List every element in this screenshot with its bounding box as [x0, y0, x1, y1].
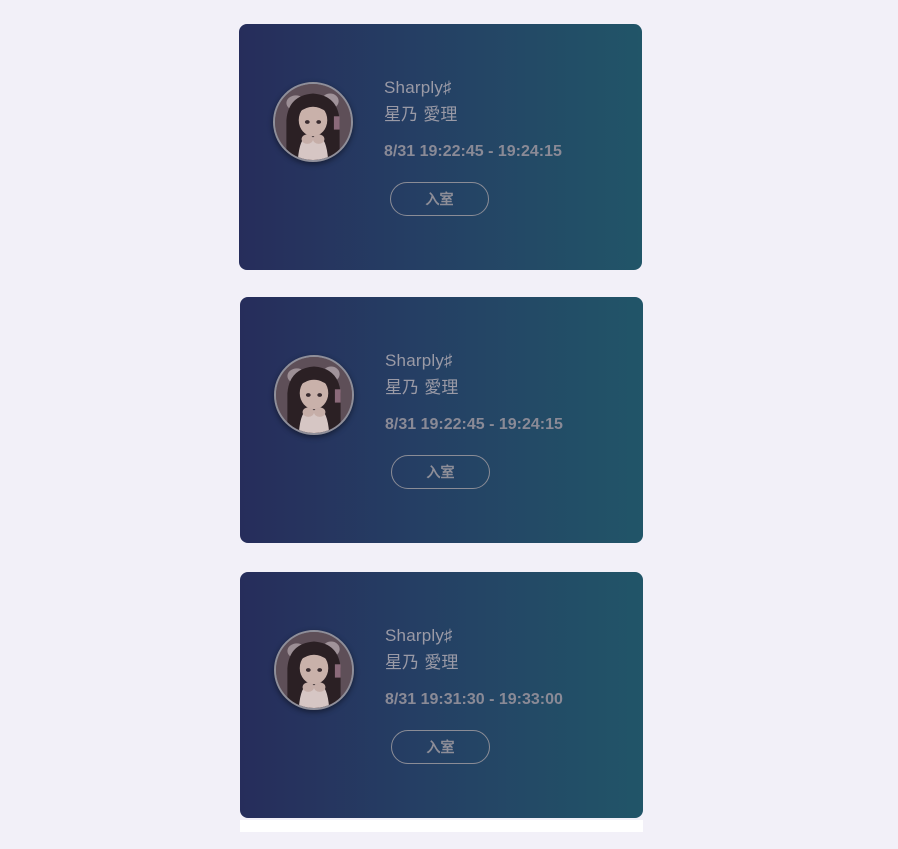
member-avatar — [274, 630, 354, 710]
enter-room-button[interactable]: 入室 — [391, 455, 490, 489]
member-photo-avatar — [276, 357, 352, 433]
time-range: 8/31 19:31:30 - 19:33:00 — [385, 691, 563, 708]
enter-room-button[interactable]: 入室 — [391, 730, 490, 764]
group-name: Sharply♯ — [384, 78, 452, 97]
member-avatar — [274, 355, 354, 435]
talk-slot-card: Sharply♯ 星乃 愛理 8/31 19:31:30 - 19:33:00 … — [240, 572, 643, 818]
talk-slot-card: Sharply♯ 星乃 愛理 8/31 19:22:45 - 19:24:15 … — [239, 24, 642, 270]
member-avatar — [273, 82, 353, 162]
member-name: 星乃 愛理 — [385, 653, 459, 673]
member-photo-avatar — [276, 632, 352, 708]
next-card-edge — [240, 820, 643, 832]
enter-room-button[interactable]: 入室 — [390, 182, 489, 216]
group-name: Sharply♯ — [385, 351, 453, 370]
group-name: Sharply♯ — [385, 626, 453, 645]
member-name: 星乃 愛理 — [384, 105, 458, 125]
talk-slot-card: Sharply♯ 星乃 愛理 8/31 19:22:45 - 19:24:15 … — [240, 297, 643, 543]
member-name: 星乃 愛理 — [385, 378, 459, 398]
time-range: 8/31 19:22:45 - 19:24:15 — [385, 416, 563, 433]
member-photo-avatar — [275, 84, 351, 160]
time-range: 8/31 19:22:45 - 19:24:15 — [384, 143, 562, 160]
